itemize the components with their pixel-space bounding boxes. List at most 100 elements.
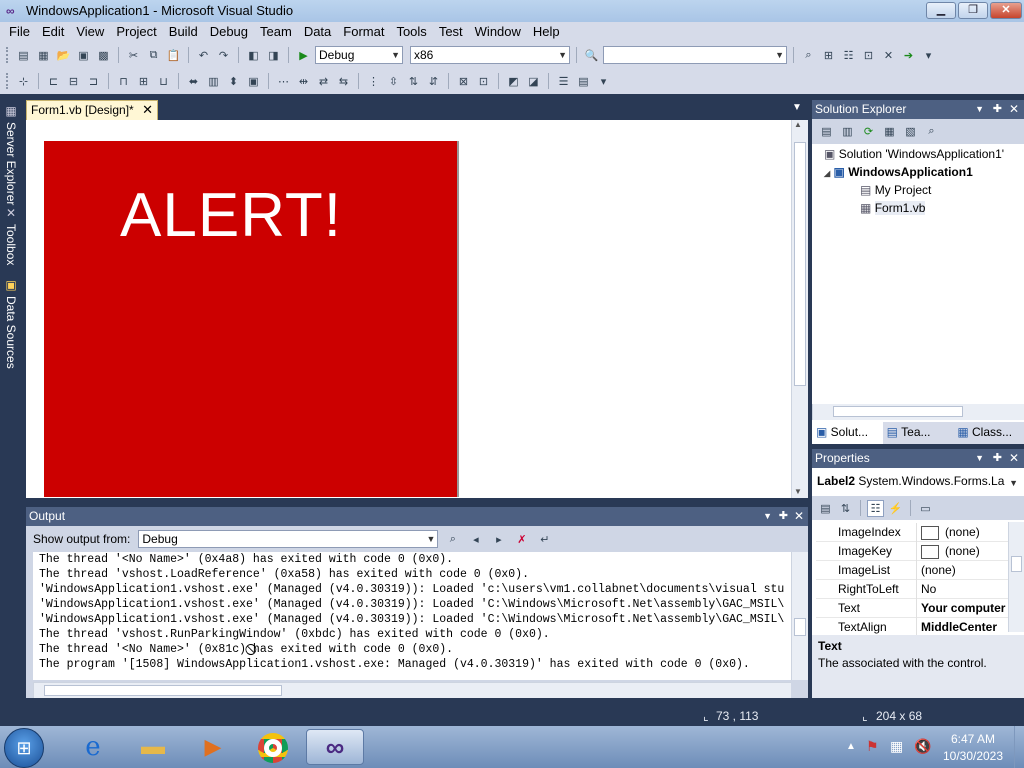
active-files-dropdown-icon[interactable]: ▼ bbox=[792, 102, 802, 113]
find-in-files-icon[interactable]: 🔍 bbox=[583, 47, 600, 64]
add-item-icon[interactable]: ▦ bbox=[35, 47, 52, 64]
bring-to-front-icon[interactable]: ◩ bbox=[505, 73, 522, 90]
media-player-icon[interactable]: ▶ bbox=[184, 729, 242, 765]
output-horizontal-scrollbar[interactable] bbox=[33, 682, 791, 698]
toolbar-options-icon[interactable]: ▾ bbox=[595, 73, 612, 90]
show-all-files-icon[interactable]: ▥ bbox=[839, 123, 856, 140]
menu-debug[interactable]: Debug bbox=[204, 23, 254, 41]
property-value-cell[interactable]: (none) bbox=[916, 523, 980, 542]
menu-help[interactable]: Help bbox=[527, 23, 566, 41]
show-output-from-select[interactable]: Debug ▼ bbox=[138, 530, 439, 548]
property-row[interactable]: Text Your computer bbox=[816, 599, 1008, 618]
toolbox-tab[interactable]: ✕ Toolbox bbox=[2, 206, 20, 265]
make-hspacing-equal-icon[interactable]: ⋯ bbox=[275, 73, 292, 90]
clear-all-icon[interactable]: ✗ bbox=[513, 531, 530, 548]
cut-icon[interactable]: ✂ bbox=[125, 47, 142, 64]
minimize-button[interactable]: ▁ bbox=[926, 2, 956, 19]
scroll-thumb[interactable] bbox=[794, 142, 806, 386]
open-file-icon[interactable]: 📂 bbox=[55, 47, 72, 64]
center-vertically-icon[interactable]: ⊡ bbox=[475, 73, 492, 90]
make-vspacing-equal-icon[interactable]: ⋮ bbox=[365, 73, 382, 90]
paste-icon[interactable]: 📋 bbox=[165, 47, 182, 64]
make-same-height-icon[interactable]: ⬍ bbox=[225, 73, 242, 90]
show-hidden-icons[interactable]: ▲ bbox=[846, 741, 856, 752]
undo-icon[interactable]: ↶ bbox=[195, 47, 212, 64]
menu-edit[interactable]: Edit bbox=[36, 23, 70, 41]
start-button[interactable]: ⊞ bbox=[4, 728, 44, 768]
tab-solution[interactable]: ▣ Solut... bbox=[812, 422, 883, 444]
scroll-up-icon[interactable]: ▲ bbox=[794, 120, 802, 129]
menu-team[interactable]: Team bbox=[254, 23, 298, 41]
chrome-icon[interactable] bbox=[244, 729, 302, 765]
make-same-size-icon[interactable]: ▣ bbox=[245, 73, 262, 90]
center-horizontally-icon[interactable]: ⊠ bbox=[455, 73, 472, 90]
toolbox-icon[interactable]: ✕ bbox=[880, 47, 897, 64]
menu-project[interactable]: Project bbox=[110, 23, 162, 41]
solution-platform-select[interactable]: x86 ▼ bbox=[410, 46, 570, 64]
start-debugging-icon[interactable]: ▶ bbox=[295, 47, 312, 64]
show-desktop-button[interactable] bbox=[1014, 726, 1024, 768]
pin-icon[interactable]: ✚ bbox=[993, 100, 1002, 119]
collapse-icon[interactable]: ◢ bbox=[824, 169, 830, 178]
align-centers-icon[interactable]: ⊟ bbox=[65, 73, 82, 90]
start-page-icon[interactable]: ➔ bbox=[900, 47, 917, 64]
scroll-thumb[interactable] bbox=[794, 618, 806, 636]
property-value-cell[interactable]: Your computer bbox=[916, 599, 1005, 618]
tab-order-icon[interactable]: ☰ bbox=[555, 73, 572, 90]
properties-view-icon[interactable]: ☷ bbox=[867, 499, 884, 517]
increase-vspacing-icon[interactable]: ⇳ bbox=[385, 73, 402, 90]
scroll-thumb[interactable] bbox=[1011, 556, 1022, 572]
object-browser-icon[interactable]: ⊡ bbox=[860, 47, 877, 64]
internet-explorer-icon[interactable]: e bbox=[64, 729, 122, 765]
align-middles-icon[interactable]: ⊞ bbox=[135, 73, 152, 90]
find-icon[interactable]: ⌕ bbox=[800, 47, 817, 64]
next-message-icon[interactable]: ▸ bbox=[490, 531, 507, 548]
menu-test[interactable]: Test bbox=[433, 23, 469, 41]
close-panel-icon[interactable]: ✕ bbox=[1009, 449, 1019, 468]
properties-window-icon[interactable]: ☷ bbox=[840, 47, 857, 64]
remove-hspacing-icon[interactable]: ⇆ bbox=[335, 73, 352, 90]
size-to-grid-icon[interactable]: ▥ bbox=[205, 73, 222, 90]
designer-vertical-scrollbar[interactable]: ▲ ▼ bbox=[791, 120, 808, 498]
align-to-grid-icon[interactable]: ⊹ bbox=[15, 73, 32, 90]
tree-solution-node[interactable]: ▣ Solution 'WindowsApplication1' bbox=[824, 147, 1004, 161]
alert-label[interactable]: ALERT! bbox=[120, 180, 342, 251]
volume-muted-icon[interactable]: 🔇 bbox=[914, 738, 931, 755]
close-button[interactable]: ✕ bbox=[990, 2, 1022, 19]
copy-icon[interactable]: ⧉ bbox=[145, 47, 162, 64]
window-position-icon[interactable]: ▼ bbox=[975, 100, 984, 119]
tab-form1-design[interactable]: Form1.vb [Design]* ✕ bbox=[26, 100, 158, 120]
property-pages-icon[interactable]: ▭ bbox=[917, 500, 934, 517]
send-to-back-icon[interactable]: ◪ bbox=[525, 73, 542, 90]
property-value-cell[interactable]: No bbox=[916, 580, 936, 599]
output-text[interactable]: The thread '<No Name>' (0x4a8) has exite… bbox=[33, 552, 791, 680]
tab-team-explorer[interactable]: ▤ Tea... bbox=[883, 422, 954, 444]
find-combo[interactable]: ▼ bbox=[603, 46, 787, 64]
property-value-cell[interactable]: (none) bbox=[916, 542, 980, 561]
maximize-button[interactable]: ❐ bbox=[958, 2, 988, 19]
new-project-icon[interactable]: ▤ bbox=[15, 47, 32, 64]
tree-item-form1[interactable]: ▦ Form1.vb bbox=[860, 201, 926, 215]
tree-project-node[interactable]: ◢ ▣ WindowsApplication1 bbox=[824, 165, 973, 179]
save-icon[interactable]: ▣ bbox=[75, 47, 92, 64]
menu-tools[interactable]: Tools bbox=[390, 23, 432, 41]
previous-message-icon[interactable]: ◂ bbox=[467, 531, 484, 548]
property-row[interactable]: ImageKey (none) bbox=[816, 542, 1008, 561]
make-same-width-icon[interactable]: ⬌ bbox=[185, 73, 202, 90]
system-clock[interactable]: 6:47 AM 10/30/2023 bbox=[938, 731, 1008, 765]
word-wrap-icon[interactable]: ↵ bbox=[536, 531, 553, 548]
data-sources-tab[interactable]: ▣ Data Sources bbox=[2, 278, 20, 369]
events-icon[interactable]: ⚡ bbox=[887, 500, 904, 517]
view-code-icon[interactable]: ▦ bbox=[881, 123, 898, 140]
increase-hspacing-icon[interactable]: ⇹ bbox=[295, 73, 312, 90]
save-all-icon[interactable]: ▩ bbox=[95, 47, 112, 64]
close-panel-icon[interactable]: ✕ bbox=[1009, 100, 1019, 119]
scroll-down-icon[interactable]: ▼ bbox=[794, 487, 802, 496]
decrease-hspacing-icon[interactable]: ⇄ bbox=[315, 73, 332, 90]
lock-controls-icon[interactable]: ▤ bbox=[575, 73, 592, 90]
solution-configuration-select[interactable]: Debug ▼ bbox=[315, 46, 403, 64]
menu-build[interactable]: Build bbox=[163, 23, 204, 41]
toolbar-options-icon[interactable]: ▾ bbox=[920, 47, 937, 64]
align-tops-icon[interactable]: ⊓ bbox=[115, 73, 132, 90]
align-lefts-icon[interactable]: ⊏ bbox=[45, 73, 62, 90]
